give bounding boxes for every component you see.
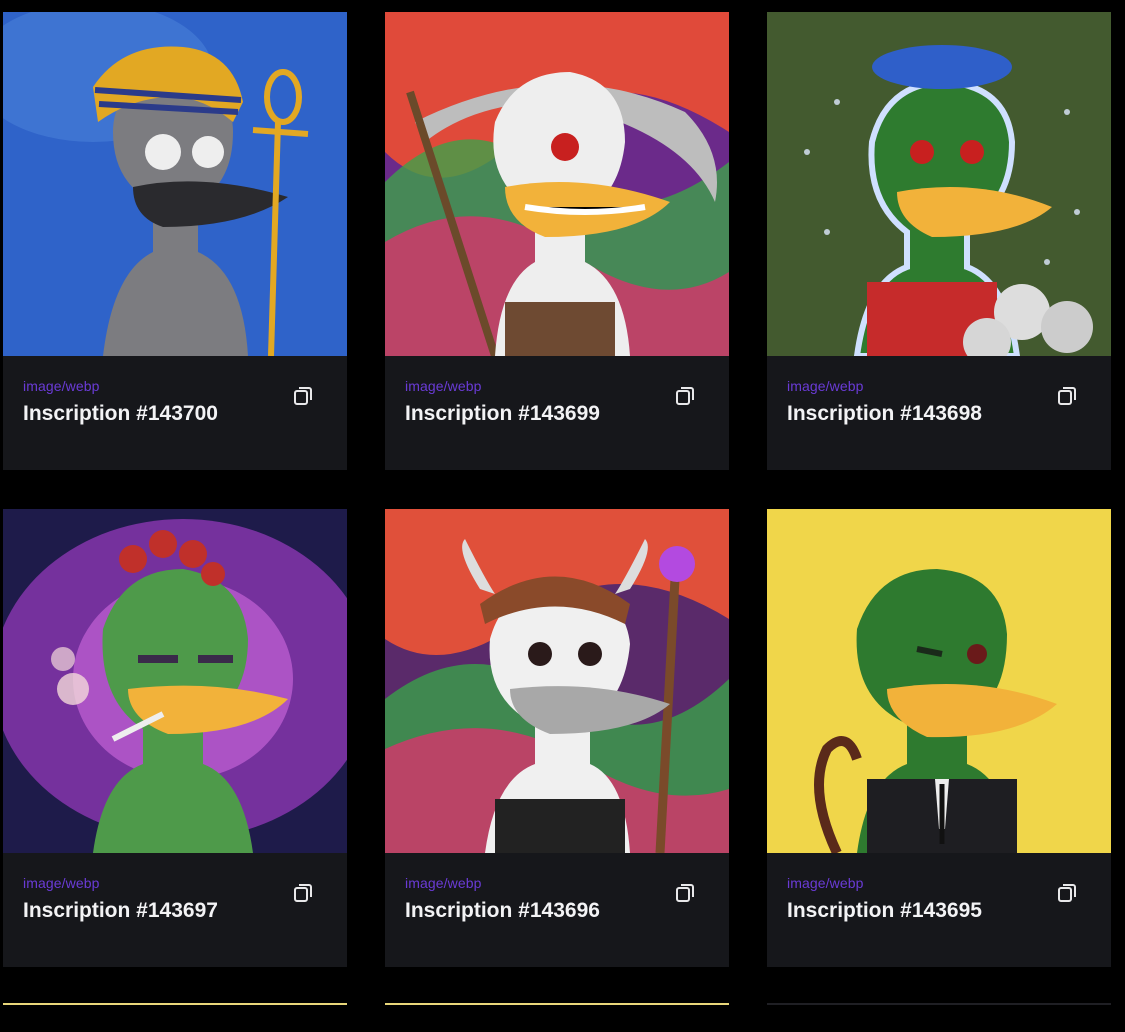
copy-icon[interactable] xyxy=(675,883,695,903)
inscription-image[interactable] xyxy=(385,12,729,356)
inscription-title[interactable]: Inscription #143699 xyxy=(405,402,600,426)
copy-icon[interactable] xyxy=(293,386,313,406)
inscription-title[interactable]: Inscription #143698 xyxy=(787,402,982,426)
inscription-image[interactable] xyxy=(767,509,1111,853)
inscription-title[interactable]: Inscription #143695 xyxy=(787,899,982,923)
next-card-edge xyxy=(385,1003,729,1005)
inscription-card[interactable]: image/webp Inscription #143696 xyxy=(385,509,729,967)
mime-type-label: image/webp xyxy=(787,875,864,891)
inscription-image[interactable] xyxy=(3,12,347,356)
next-card-edge xyxy=(767,1003,1111,1005)
inscription-image[interactable] xyxy=(3,509,347,853)
inscription-card[interactable]: image/webp Inscription #143698 xyxy=(767,12,1111,470)
inscription-card[interactable]: image/webp Inscription #143700 xyxy=(3,12,347,470)
inscription-image[interactable] xyxy=(767,12,1111,356)
inscription-title[interactable]: Inscription #143696 xyxy=(405,899,600,923)
inscription-card[interactable]: image/webp Inscription #143697 xyxy=(3,509,347,967)
next-card-edge xyxy=(3,1003,347,1005)
mime-type-label: image/webp xyxy=(23,378,100,394)
copy-icon[interactable] xyxy=(1057,386,1077,406)
mime-type-label: image/webp xyxy=(405,875,482,891)
inscription-title[interactable]: Inscription #143700 xyxy=(23,402,218,426)
copy-icon[interactable] xyxy=(293,883,313,903)
inscription-card[interactable]: image/webp Inscription #143699 xyxy=(385,12,729,470)
mime-type-label: image/webp xyxy=(23,875,100,891)
inscription-card[interactable]: image/webp Inscription #143695 xyxy=(767,509,1111,967)
mime-type-label: image/webp xyxy=(405,378,482,394)
copy-icon[interactable] xyxy=(675,386,695,406)
inscription-image[interactable] xyxy=(385,509,729,853)
copy-icon[interactable] xyxy=(1057,883,1077,903)
inscription-title[interactable]: Inscription #143697 xyxy=(23,899,218,923)
inscription-grid: image/webp Inscription #143700 image/web… xyxy=(0,0,1125,1032)
mime-type-label: image/webp xyxy=(787,378,864,394)
